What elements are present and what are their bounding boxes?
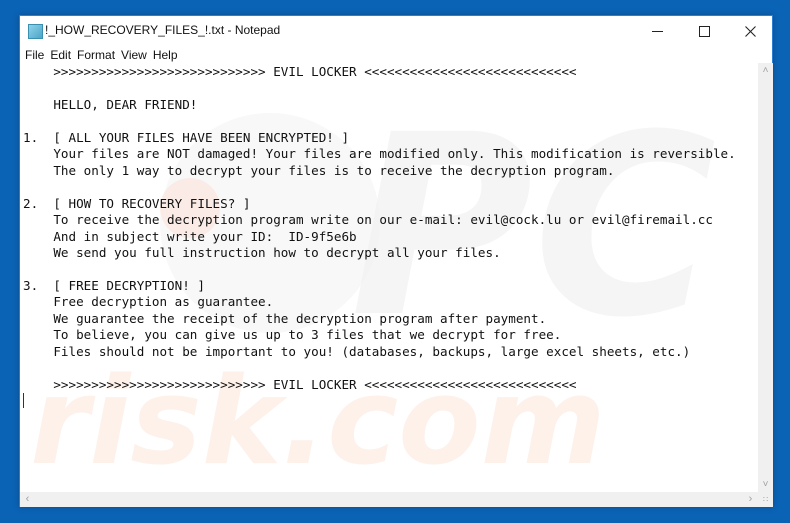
section-1-heading: 1. [ ALL YOUR FILES HAVE BEEN ENCRYPTED!…: [23, 129, 350, 145]
scroll-down-icon[interactable]: ˅: [758, 477, 773, 492]
notepad-window: !_HOW_RECOVERY_FILES_!.txt - Notepad Fil…: [19, 15, 773, 507]
notepad-icon: [28, 24, 43, 39]
text-line: We guarantee the receipt of the decrypti…: [23, 310, 547, 326]
resize-grip-icon[interactable]: ∷: [758, 492, 773, 507]
text-caret: [23, 393, 24, 408]
text-line: Files should not be important to you! (d…: [23, 343, 691, 359]
greeting-line: HELLO, DEAR FRIEND!: [23, 96, 198, 112]
text-line: >>>>>>>>>>>>>>>>>>>>>>>>>>>> EVIL LOCKER…: [23, 64, 577, 79]
menu-view[interactable]: View: [118, 48, 150, 62]
menu-help[interactable]: Help: [150, 48, 181, 62]
text-line: We send you full instruction how to decr…: [23, 244, 501, 260]
menu-format[interactable]: Format: [74, 48, 118, 62]
maximize-button[interactable]: [681, 16, 727, 46]
text-line: Free decryption as guarantee.: [23, 294, 274, 310]
scroll-right-icon[interactable]: ›: [743, 492, 758, 507]
text-line: The only 1 way to decrypt your files is …: [23, 162, 615, 178]
title-bar[interactable]: !_HOW_RECOVERY_FILES_!.txt - Notepad: [20, 16, 772, 46]
menu-bar: File Edit Format View Help: [20, 46, 772, 64]
section-2-heading: 2. [ HOW TO RECOVERY FILES? ]: [23, 195, 251, 211]
section-3-heading: 3. [ FREE DECRYPTION! ]: [23, 277, 205, 293]
text-line: >>>>>>>>>>>>>>>>>>>>>>>>>>>> EVIL LOCKER…: [23, 376, 577, 392]
close-icon: [744, 25, 756, 37]
menu-edit[interactable]: Edit: [47, 48, 74, 62]
scroll-left-icon[interactable]: ‹: [20, 492, 35, 507]
minimize-button[interactable]: [634, 16, 680, 46]
maximize-icon: [698, 25, 710, 37]
window-title: !_HOW_RECOVERY_FILES_!.txt - Notepad: [45, 23, 281, 37]
horizontal-scrollbar[interactable]: ‹ ›: [20, 492, 758, 507]
vertical-scrollbar[interactable]: ˄ ˅: [758, 63, 773, 492]
scroll-up-icon[interactable]: ˄: [758, 63, 773, 78]
document-text[interactable]: >>>>>>>>>>>>>>>>>>>>>>>>>>>> EVIL LOCKER…: [23, 64, 736, 393]
text-editor[interactable]: PC risk.com >>>>>>>>>>>>>>>>>>>>>>>>>>>>…: [20, 63, 758, 492]
text-line: To believe, you can give us up to 3 file…: [23, 327, 562, 343]
text-line: Your files are NOT damaged! Your files a…: [23, 146, 736, 162]
victim-id-line: And in subject write your ID: ID-9f5e6b: [23, 228, 357, 244]
menu-file[interactable]: File: [22, 48, 47, 62]
close-button[interactable]: [727, 16, 773, 46]
contact-email-line: To receive the decryption program write …: [23, 212, 713, 228]
minimize-icon: [651, 30, 663, 32]
